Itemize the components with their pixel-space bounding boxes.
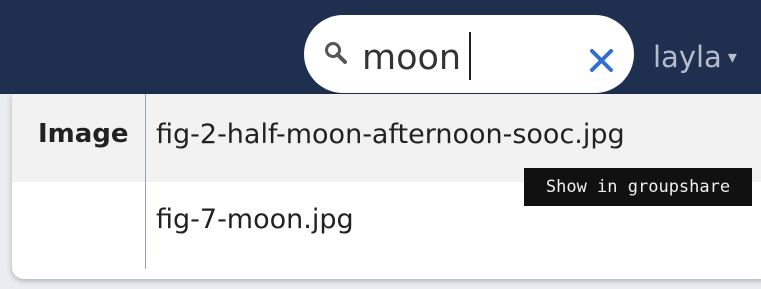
category-divider bbox=[145, 94, 146, 269]
tooltip: Show in groupshare bbox=[524, 168, 752, 206]
text-caret bbox=[469, 32, 471, 80]
search-result-label[interactable]: fig-7-moon.jpg bbox=[156, 204, 354, 235]
search-result-label[interactable]: fig-2-half-moon-afternoon-sooc.jpg bbox=[156, 119, 625, 150]
app-page: layla ▾ Image fig-2-half-moon-afternoon-… bbox=[0, 0, 761, 289]
user-menu[interactable]: layla ▾ bbox=[653, 37, 737, 77]
result-category-label: Image bbox=[38, 119, 129, 149]
search-icon bbox=[325, 42, 347, 64]
top-navigation-bar: layla ▾ bbox=[0, 0, 761, 94]
username-label: layla bbox=[653, 40, 722, 74]
close-icon[interactable] bbox=[588, 47, 615, 74]
chevron-down-icon: ▾ bbox=[727, 46, 737, 68]
